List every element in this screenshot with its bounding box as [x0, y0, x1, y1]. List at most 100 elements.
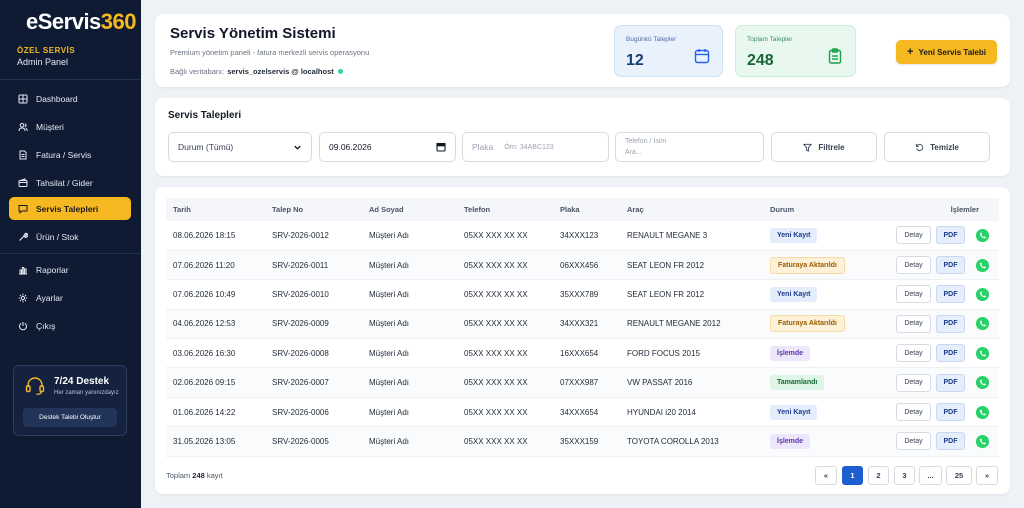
pdf-button[interactable]: PDF	[936, 256, 965, 275]
whatsapp-icon[interactable]	[975, 375, 990, 390]
detail-button[interactable]: Detay	[896, 226, 931, 245]
sidebar-item-label: Dashboard	[36, 93, 78, 104]
sidebar-item-logout[interactable]: Çıkış	[9, 314, 131, 337]
column-header-vehicle[interactable]: Araç	[620, 198, 763, 221]
new-service-request-button[interactable]: + Yeni Servis Talebi	[896, 40, 997, 64]
pdf-button[interactable]: PDF	[936, 432, 965, 451]
table-row[interactable]: 07.06.2026 11:20 SRV-2026-0011 Müşteri Adı…	[166, 250, 999, 280]
pagination-first[interactable]: «	[815, 466, 837, 485]
date-input-value: 09.06.2026	[329, 142, 372, 152]
whatsapp-icon[interactable]	[975, 434, 990, 449]
cell-name: Müşteri Adı	[369, 407, 410, 417]
detail-button[interactable]: Detay	[896, 314, 931, 333]
detail-button[interactable]: Detay	[896, 432, 931, 451]
row-actions: Detay PDF	[896, 373, 999, 392]
cell-date: 02.06.2026 09:15	[173, 378, 236, 388]
sidebar-item-dashboard[interactable]: Dashboard	[9, 87, 131, 110]
today-requests-card: Bugünkü Talepler 12	[614, 25, 723, 77]
cell-date: 07.06.2026 10:49	[173, 289, 236, 299]
whatsapp-icon[interactable]	[975, 405, 990, 420]
sidebar-item-collection[interactable]: Tahsilat / Gider	[9, 171, 131, 194]
pagination-last[interactable]: »	[976, 466, 998, 485]
cell-status: Yeni Kayıt	[763, 221, 875, 250]
pagination-ellipsis[interactable]: ...	[919, 466, 942, 485]
column-header-date[interactable]: Tarih	[166, 198, 265, 221]
detail-button[interactable]: Detay	[896, 285, 931, 304]
table-row[interactable]: 31.05.2026 13:05 SRV-2026-0005 Müşteri Adı…	[166, 426, 999, 457]
pagination-page-2[interactable]: 2	[868, 466, 889, 485]
cell-date: 04.06.2026 12:53	[173, 319, 236, 329]
detail-button[interactable]: Detay	[896, 403, 931, 422]
whatsapp-icon[interactable]	[975, 346, 990, 361]
whatsapp-icon[interactable]	[975, 316, 990, 331]
column-header-request-no[interactable]: Talep No	[265, 198, 362, 221]
date-input[interactable]: 09.06.2026	[319, 132, 456, 162]
page-title: Servis Yönetim Sistemi	[170, 25, 336, 42]
cell-name: Müşteri Adı	[369, 260, 410, 270]
total-requests-value: 248	[747, 52, 774, 69]
pdf-button[interactable]: PDF	[936, 373, 965, 392]
cell-phone: 05XX XXX XX XX	[464, 260, 528, 270]
pagination-page-3[interactable]: 3	[894, 466, 915, 485]
column-header-name[interactable]: Ad Soyad	[362, 198, 457, 221]
column-header-phone[interactable]: Telefon	[457, 198, 553, 221]
table-row[interactable]: 04.06.2026 12:53 SRV-2026-0009 Müşteri Adı…	[166, 309, 999, 339]
cell-plate: 06XXX456	[560, 260, 599, 270]
whatsapp-icon[interactable]	[975, 258, 990, 273]
total-prefix: Toplam	[166, 471, 191, 480]
cell-name: Müşteri Adı	[369, 378, 410, 388]
sidebar-item-customers[interactable]: Müşteri	[9, 115, 131, 138]
cell-status: Yeni Kayıt	[763, 397, 875, 426]
cell-name: Müşteri Adı	[369, 289, 410, 299]
total-suffix: kayıt	[206, 471, 223, 480]
detail-button[interactable]: Detay	[896, 373, 931, 392]
sidebar-item-settings[interactable]: Ayarlar	[9, 286, 131, 309]
column-header-plate[interactable]: Plaka	[553, 198, 620, 221]
table-row[interactable]: 07.06.2026 10:49 SRV-2026-0010 Müşteri Adı…	[166, 280, 999, 310]
pagination-page-25[interactable]: 25	[946, 466, 972, 485]
cell-phone: 05XX XXX XX XX	[464, 319, 528, 329]
plate-input[interactable]: Plaka Örn: 34ABC123	[462, 132, 609, 162]
sidebar-item-invoice[interactable]: Fatura / Servis	[9, 143, 131, 166]
whatsapp-icon[interactable]	[975, 228, 990, 243]
phone-name-input[interactable]: Telefon / İsim Ara...	[615, 132, 764, 162]
cell-actions: Detay PDF	[875, 397, 999, 426]
column-header-status[interactable]: Durum	[763, 198, 875, 221]
pdf-button[interactable]: PDF	[936, 344, 965, 363]
cell-request-no: SRV-2026-0009	[272, 319, 329, 329]
table-row[interactable]: 03.06.2026 16:30 SRV-2026-0008 Müşteri Adı…	[166, 339, 999, 368]
clear-button[interactable]: Temizle	[884, 132, 990, 162]
support-box: 7/24 Destek Her zaman yanınızdayız Deste…	[13, 365, 127, 436]
sidebar-item-service-requests[interactable]: Servis Talepleri	[9, 197, 131, 220]
pdf-button[interactable]: PDF	[936, 314, 965, 333]
logo-number: 360	[100, 9, 137, 34]
create-support-ticket-button[interactable]: Destek Talebi Oluştur	[23, 408, 117, 427]
detail-button[interactable]: Detay	[896, 344, 931, 363]
pdf-button[interactable]: PDF	[936, 226, 965, 245]
sidebar-item-products[interactable]: Ürün / Stok	[9, 225, 131, 248]
pdf-button[interactable]: PDF	[936, 285, 965, 304]
total-records: Toplam 248 kayıt	[166, 471, 223, 480]
table-row[interactable]: 02.06.2026 09:15 SRV-2026-0007 Müşteri Adı…	[166, 367, 999, 398]
pagination-page-1[interactable]: 1	[842, 466, 863, 485]
table-row[interactable]: 01.06.2026 14:22 SRV-2026-0006 Müşteri Adı…	[166, 397, 999, 427]
cell-status: İşlemde	[763, 427, 875, 456]
filter-button[interactable]: Filtrele	[771, 132, 877, 162]
status-select-value: Durum (Tümü)	[178, 142, 234, 152]
row-actions: Detay PDF	[896, 344, 999, 363]
reset-icon	[916, 143, 924, 151]
table-row[interactable]: 08.06.2026 18:15 SRV-2026-0012 Müşteri Adı…	[166, 221, 999, 251]
detail-button[interactable]: Detay	[896, 256, 931, 275]
total-requests-card: Toplam Talepler 248	[735, 25, 856, 77]
logo[interactable]: eServis360	[26, 9, 137, 35]
plate-label: Plaka	[472, 142, 494, 152]
status-select[interactable]: Durum (Tümü)	[168, 132, 312, 162]
pdf-button[interactable]: PDF	[936, 403, 965, 422]
cell-actions: Detay PDF	[875, 368, 999, 397]
cell-date: 07.06.2026 11:20	[173, 260, 235, 270]
cell-request-no: SRV-2026-0012	[272, 230, 329, 240]
plus-icon: +	[907, 46, 914, 58]
cell-phone: 05XX XXX XX XX	[464, 378, 528, 388]
whatsapp-icon[interactable]	[975, 287, 990, 302]
sidebar-item-reports[interactable]: Raporlar	[9, 258, 131, 281]
